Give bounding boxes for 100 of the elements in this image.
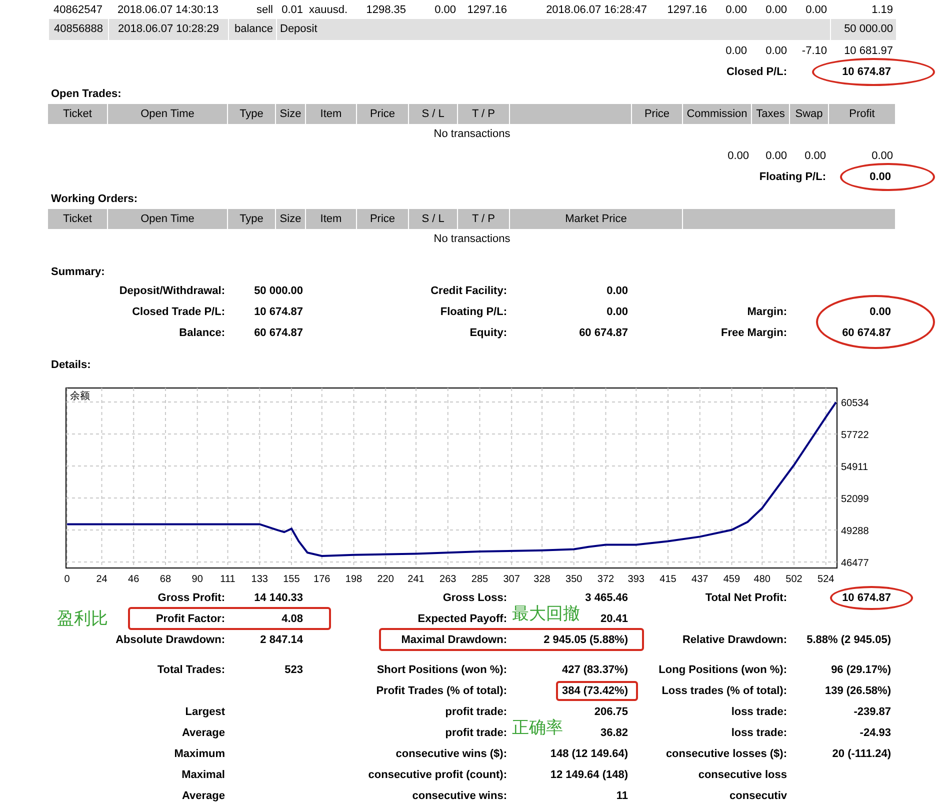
axis-label: 198 bbox=[345, 574, 362, 585]
stat-value: 12 149.64 (148) bbox=[550, 768, 628, 780]
stat-label: Absolute Drawdown: bbox=[116, 634, 226, 646]
axis-label: 307 bbox=[503, 574, 520, 585]
stat-label: Profit Trades (% of total): bbox=[376, 684, 508, 696]
stat-value: 14 140.33 bbox=[254, 592, 303, 604]
axis-label: 57722 bbox=[841, 430, 869, 441]
table-cell-text: 2018.06.07 14:30:13 bbox=[116, 4, 220, 16]
result-value: 10 674.87 bbox=[842, 66, 891, 78]
stat-value: 50 000.00 bbox=[254, 284, 303, 296]
stat-label: consecutive loss bbox=[698, 768, 788, 780]
stat-value: 0.00 bbox=[606, 306, 628, 318]
stat-value: -24.93 bbox=[860, 726, 891, 738]
table-cell-text: sell bbox=[255, 4, 274, 16]
stat-value: 96 (29.17%) bbox=[831, 664, 891, 676]
column-header: Open Time bbox=[108, 104, 228, 124]
stat-label: Floating P/L: bbox=[440, 306, 508, 318]
table-cell-text: 1297.16 bbox=[466, 4, 508, 16]
column-header: Commission bbox=[683, 104, 752, 124]
stat-label: Short Positions (won %): bbox=[376, 664, 508, 676]
section-title: Open Trades: bbox=[51, 87, 122, 102]
chart-title: 余额 bbox=[70, 391, 90, 402]
axis-label: 524 bbox=[818, 574, 834, 585]
axis-label: 60534 bbox=[841, 398, 869, 409]
stat-label: profit trade: bbox=[445, 706, 508, 718]
total-value: 0.00 bbox=[804, 150, 827, 162]
stat-value: 5.88% (2 945.05) bbox=[806, 634, 891, 646]
section-title: Summary: bbox=[51, 265, 106, 280]
axis-label: 437 bbox=[692, 574, 708, 585]
stat-label: Average bbox=[182, 726, 226, 738]
axis-label: 46 bbox=[128, 574, 140, 585]
stat-label: Free Margin: bbox=[720, 326, 788, 338]
table-cell: Deposit bbox=[276, 19, 830, 40]
section-title: Details: bbox=[51, 358, 92, 373]
column-header: S / L bbox=[409, 104, 458, 124]
stat-label: consecutive profit (count): bbox=[368, 768, 508, 780]
total-value: -7.10 bbox=[800, 44, 828, 56]
column-header: Size bbox=[276, 209, 306, 229]
stat-value: 20 (-111.24) bbox=[832, 748, 891, 760]
axis-label: 24 bbox=[96, 574, 108, 585]
stat-label: Maximal Drawdown: bbox=[401, 634, 508, 646]
axis-label: 54911 bbox=[841, 462, 868, 473]
table-cell-text: 1.19 bbox=[870, 4, 894, 16]
stat-label: Loss trades (% of total): bbox=[662, 684, 788, 696]
empty-message: No transactions bbox=[434, 233, 510, 245]
axis-label: 111 bbox=[220, 574, 236, 585]
table-cell: 40856888 bbox=[48, 19, 108, 40]
total-value: 10 681.97 bbox=[843, 44, 894, 56]
stat-label: Credit Facility: bbox=[430, 284, 508, 296]
table-cell: 50 000.00 bbox=[830, 19, 896, 40]
stat-value: 4.08 bbox=[282, 612, 303, 624]
stat-value: 0.00 bbox=[606, 284, 628, 296]
stat-value: 206.75 bbox=[594, 706, 628, 718]
axis-label: 415 bbox=[660, 574, 676, 585]
total-value: 0.00 bbox=[726, 150, 750, 162]
stat-label: consecutive wins: bbox=[412, 790, 508, 802]
annotation-note: 最大回撤 bbox=[512, 603, 580, 625]
stat-label: Equity: bbox=[470, 326, 508, 338]
stat-label: Maximal bbox=[182, 768, 226, 780]
column-header: Item bbox=[306, 209, 357, 229]
stat-value: 11 bbox=[616, 790, 628, 802]
table-cell-text: 1298.35 bbox=[365, 4, 407, 16]
column-header: Ticket bbox=[48, 104, 108, 124]
column-header: T / P bbox=[458, 104, 510, 124]
stat-label: Margin: bbox=[747, 306, 788, 318]
axis-label: 46477 bbox=[841, 558, 869, 569]
stat-label: Deposit/Withdrawal: bbox=[119, 284, 226, 296]
axis-label: 133 bbox=[251, 574, 268, 585]
total-value: 0.00 bbox=[764, 44, 788, 56]
column-header: Profit bbox=[829, 104, 896, 124]
stat-label: Balance: bbox=[179, 326, 226, 338]
axis-label: 393 bbox=[628, 574, 644, 585]
column-header: Open Time bbox=[108, 209, 228, 229]
column-header: Market Price bbox=[510, 209, 683, 229]
column-header: Type bbox=[228, 209, 276, 229]
axis-label: 220 bbox=[377, 574, 394, 585]
stat-value: 60 674.87 bbox=[842, 326, 891, 338]
annotation-note: 盈利比 bbox=[57, 608, 108, 630]
stat-label: consecutive losses ($): bbox=[666, 748, 788, 760]
stat-label: Gross Profit: bbox=[158, 592, 226, 604]
stat-value: 60 674.87 bbox=[254, 326, 303, 338]
stat-value: 2 847.14 bbox=[260, 634, 303, 646]
axis-label: 90 bbox=[192, 574, 203, 585]
stat-label: loss trade: bbox=[731, 726, 788, 738]
table-cell-text: xauusd. bbox=[308, 4, 349, 16]
stat-label: Total Trades: bbox=[157, 664, 226, 676]
empty-message: No transactions bbox=[434, 128, 510, 140]
total-value: 0.00 bbox=[724, 44, 748, 56]
stat-value: 2 945.05 (5.88%) bbox=[544, 634, 628, 646]
axis-label: 459 bbox=[723, 574, 740, 585]
column-header: Ticket bbox=[48, 209, 108, 229]
result-label: Floating P/L: bbox=[758, 170, 827, 182]
stat-label: Average bbox=[182, 790, 226, 802]
axis-label: 176 bbox=[314, 574, 330, 585]
axis-label: 241 bbox=[408, 574, 424, 585]
table-cell-text: 0.00 bbox=[724, 4, 748, 16]
annotation-note: 正确率 bbox=[512, 717, 563, 739]
stat-value: 10 674.87 bbox=[254, 306, 303, 318]
stat-value: 139 (26.58%) bbox=[824, 684, 891, 696]
axis-label: 502 bbox=[786, 574, 802, 585]
